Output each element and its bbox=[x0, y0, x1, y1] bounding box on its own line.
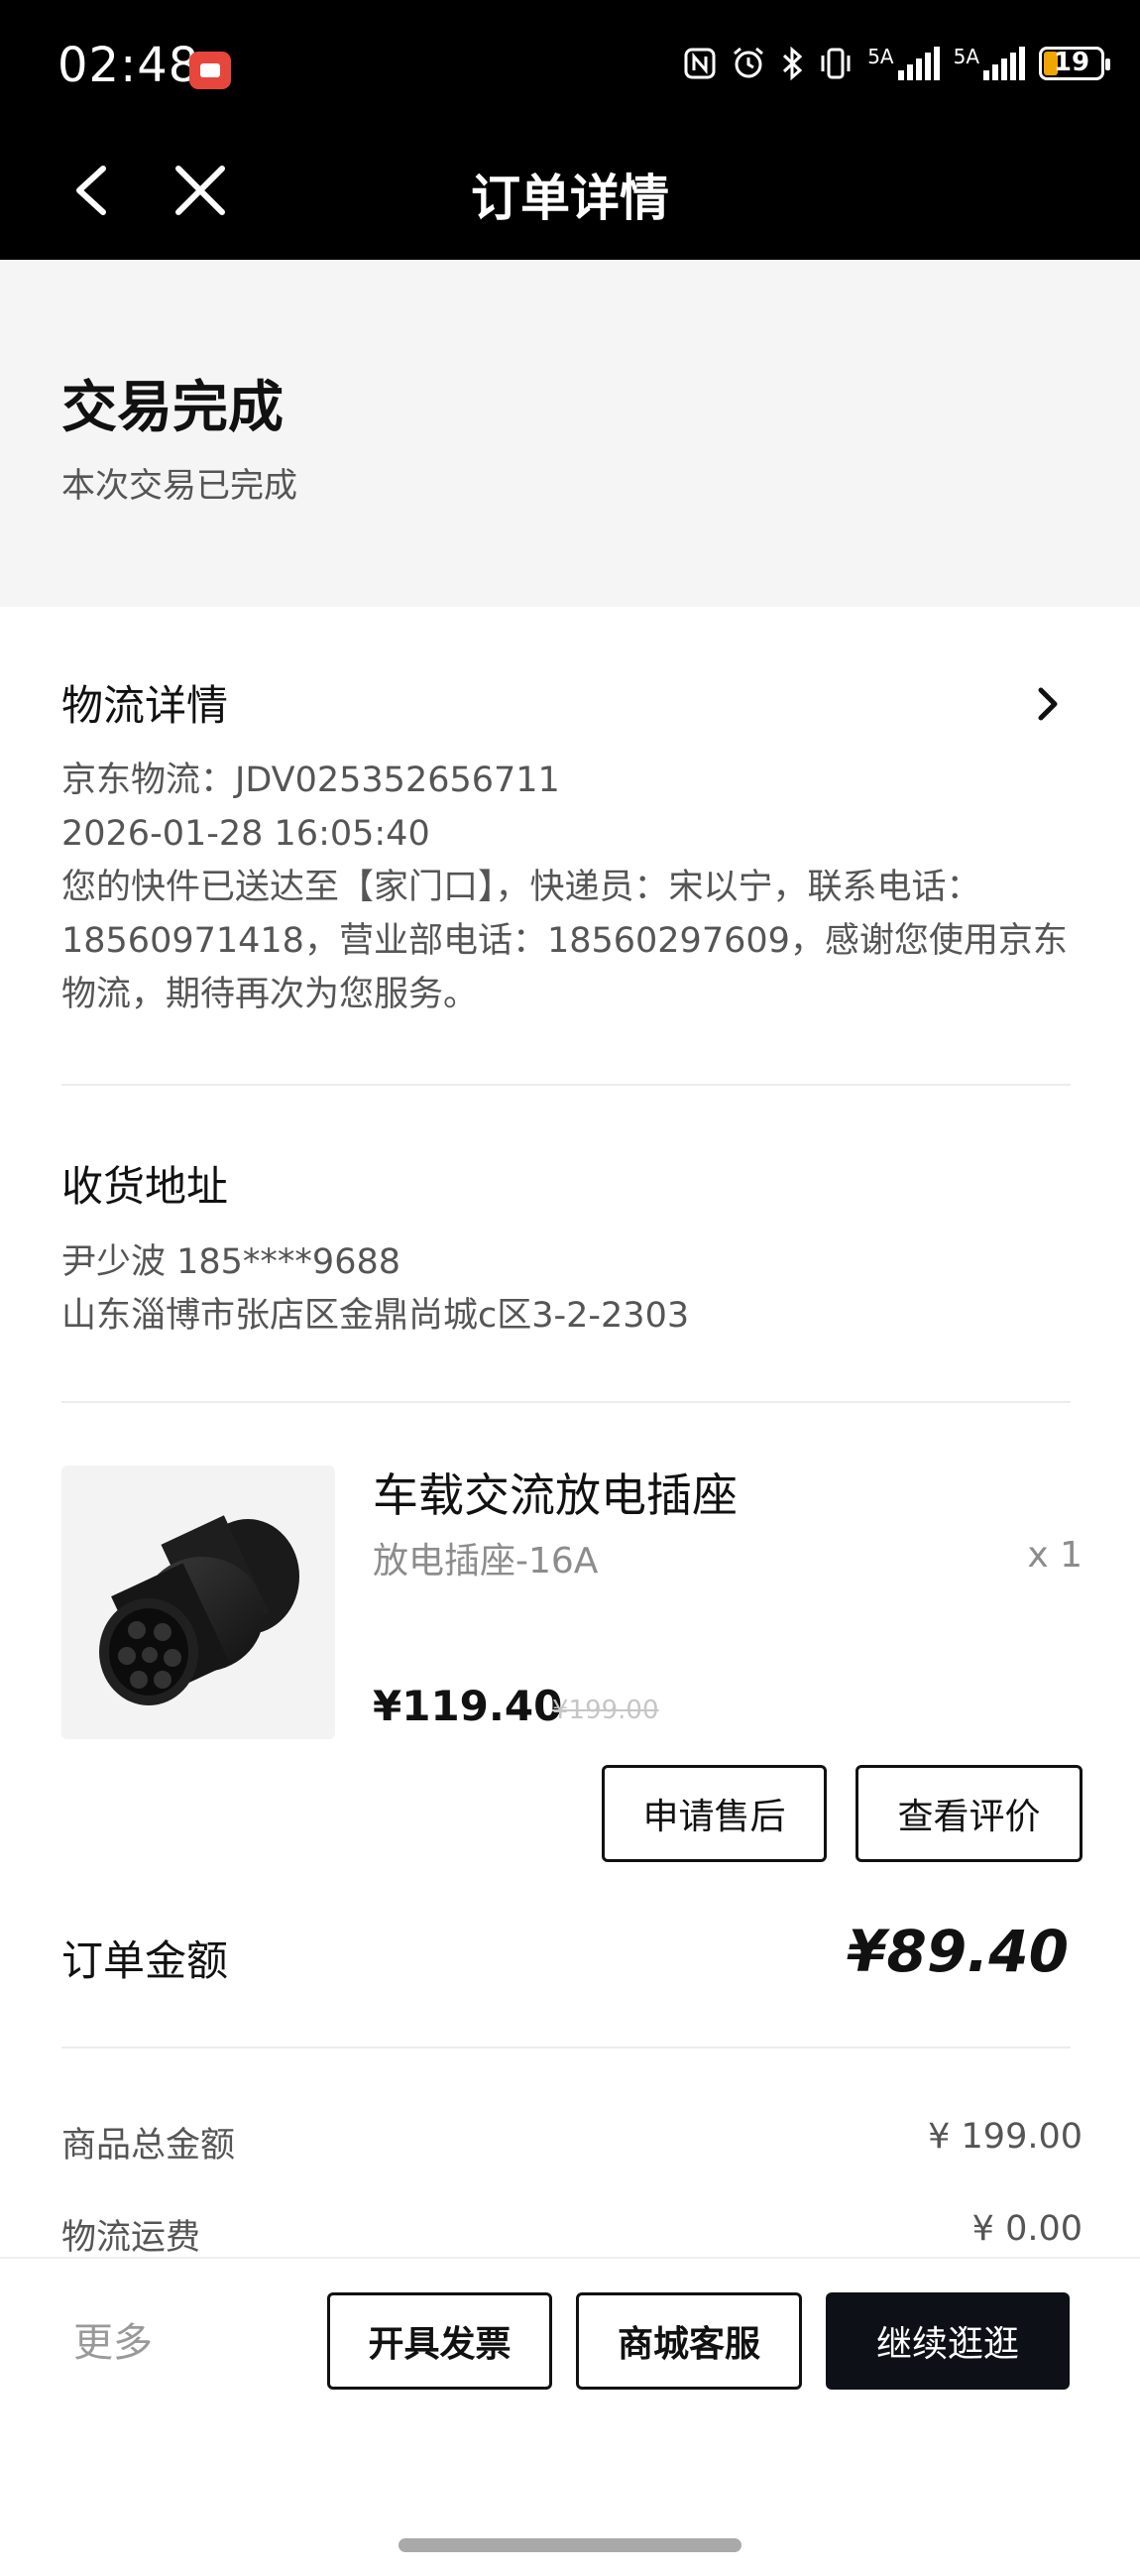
goods-total-value: ¥ 199.00 bbox=[928, 2117, 1083, 2157]
invoice-button[interactable]: 开具发票 bbox=[327, 2292, 552, 2390]
divider bbox=[61, 1084, 1071, 1086]
vibrate-icon bbox=[821, 48, 851, 79]
logistics-message-line: 您的快件已送达至【家门口】，快递员：宋以宁，联系电话： bbox=[61, 868, 981, 907]
goods-total-label: 商品总金额 bbox=[61, 2126, 236, 2166]
home-indicator[interactable] bbox=[399, 2538, 741, 2552]
shipping-fee-value: ¥ 0.00 bbox=[971, 2209, 1083, 2249]
divider bbox=[61, 1401, 1071, 1403]
screen-record-icon bbox=[189, 52, 231, 89]
status-time: 02:48 bbox=[57, 38, 200, 93]
product-quantity: x 1 bbox=[1027, 1535, 1083, 1576]
alarm-icon bbox=[734, 47, 764, 78]
ev-socket-image bbox=[99, 1515, 299, 1705]
divider bbox=[61, 2047, 1071, 2049]
product-image[interactable] bbox=[61, 1465, 335, 1739]
address-title: 收货地址 bbox=[61, 1162, 229, 1211]
logistics-message-line: 18560971418，营业部电话：18560297609，感谢您使用京东 bbox=[61, 921, 1068, 961]
page-title: 订单详情 bbox=[471, 170, 669, 227]
more-button[interactable]: 更多 bbox=[73, 2310, 153, 2368]
product-price: ¥119.40 bbox=[373, 1682, 563, 1730]
order-total-value: ¥89.40 bbox=[847, 1918, 1069, 1985]
view-review-button[interactable]: 查看评价 bbox=[855, 1765, 1083, 1862]
logistics-title[interactable]: 物流详情 bbox=[61, 672, 228, 733]
signal-icon: 5A bbox=[867, 45, 940, 80]
logistics-message-line: 物流，期待再次为您服务。 bbox=[61, 975, 479, 1014]
battery-icon: 19 bbox=[1039, 47, 1110, 80]
order-total-label: 订单金额 bbox=[61, 1936, 229, 1985]
customer-service-button[interactable]: 商城客服 bbox=[576, 2292, 802, 2390]
signal1-label: 5A bbox=[867, 45, 894, 68]
status-title: 交易完成 bbox=[61, 376, 284, 440]
top-bar: 02:48 5A 5A 19 订单详情 bbox=[0, 0, 1140, 260]
order-status-card: 交易完成 本次交易已完成 bbox=[0, 260, 1140, 607]
shipping-fee-label: 物流运费 bbox=[61, 2218, 201, 2258]
continue-shopping-button[interactable]: 继续逛逛 bbox=[826, 2292, 1070, 2390]
nfc-icon bbox=[684, 48, 716, 79]
product-original-price: ¥199.00 bbox=[552, 1696, 659, 1725]
chevron-right-icon[interactable] bbox=[1033, 684, 1063, 724]
product-name[interactable]: 车载交流放电插座 bbox=[373, 1460, 738, 1525]
status-icons: 5A 5A 19 bbox=[683, 45, 1110, 81]
signal2-label: 5A bbox=[953, 45, 979, 68]
bluetooth-icon bbox=[783, 46, 803, 81]
product-spec: 放电插座-16A bbox=[373, 1541, 599, 1581]
logistics-datetime: 2026-01-28 16:05:40 bbox=[61, 814, 430, 854]
after-sales-button[interactable]: 申请售后 bbox=[602, 1765, 827, 1862]
shipping-address: 山东淄博市张店区金鼎尚城c区3-2-2303 bbox=[61, 1296, 690, 1336]
signal-icon: 5A bbox=[954, 47, 1025, 80]
recipient-info: 尹少波 185****9688 bbox=[61, 1242, 401, 1282]
status-subtitle: 本次交易已完成 bbox=[61, 466, 297, 506]
logistics-tracking: 京东物流：JDV025352656711 bbox=[61, 761, 560, 800]
battery-level: 19 bbox=[1053, 48, 1090, 77]
